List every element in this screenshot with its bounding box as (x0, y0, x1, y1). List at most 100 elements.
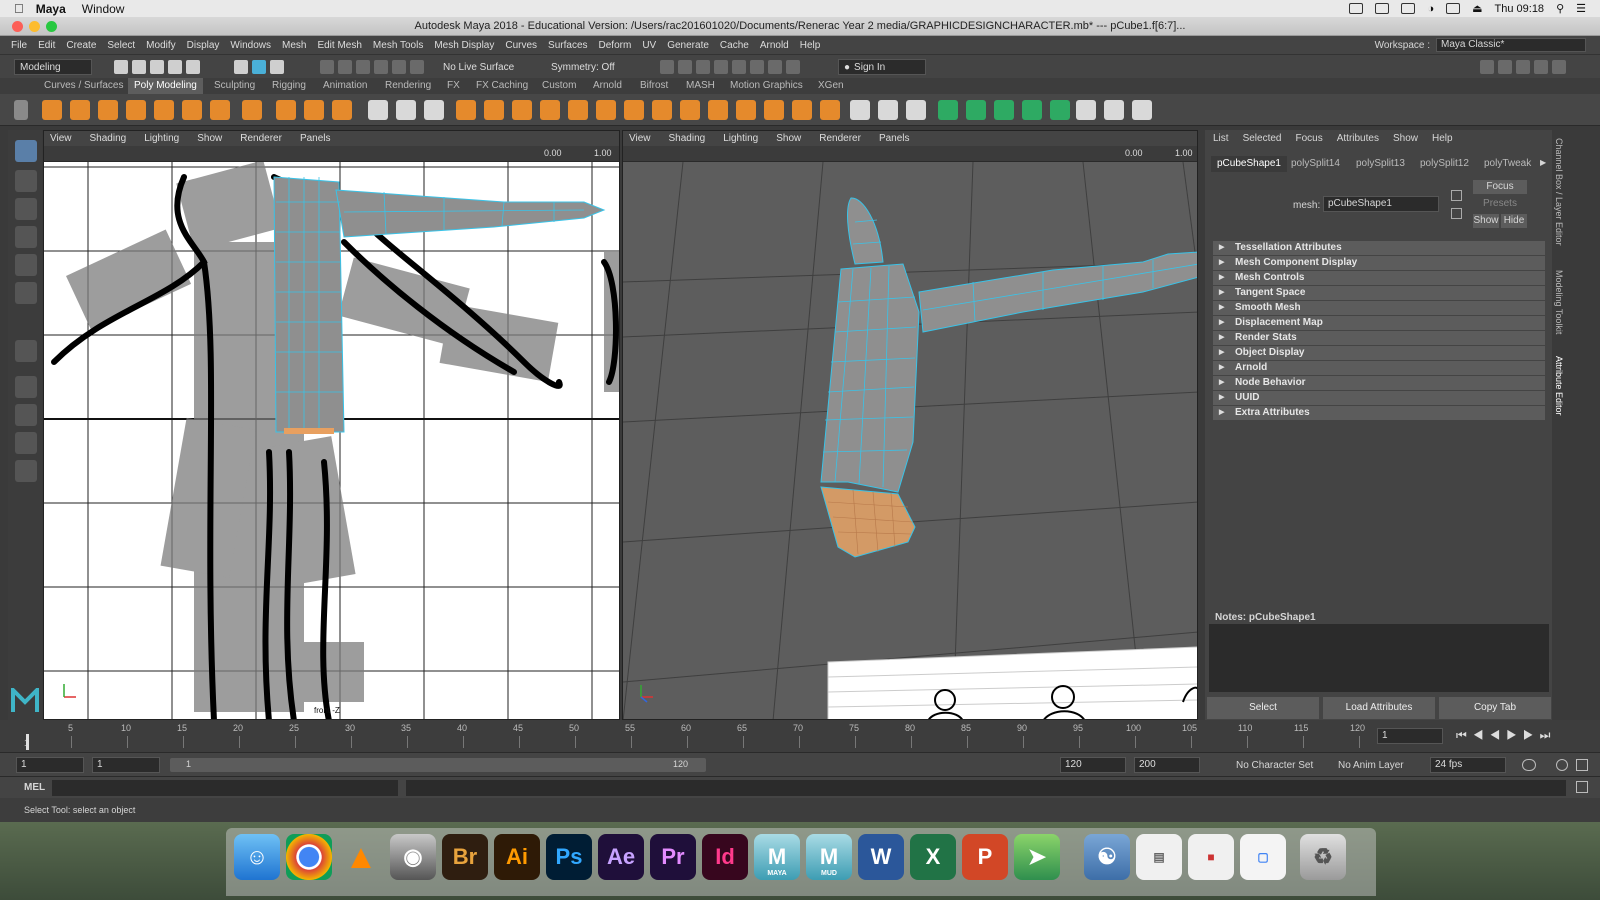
new-scene-icon[interactable] (114, 60, 128, 74)
airplay-icon[interactable] (1446, 3, 1461, 14)
eject-icon[interactable]: ⏏ (1472, 2, 1482, 15)
sign-in-dropdown[interactable]: ● Sign In (838, 59, 926, 75)
live-surface-field[interactable]: No Live Surface (438, 59, 528, 75)
menu-window[interactable]: Window (82, 2, 125, 16)
section-mesh-component-display[interactable]: Mesh Component Display (1213, 256, 1545, 270)
ae-menu-attributes[interactable]: Attributes (1337, 133, 1379, 144)
combine-icon[interactable] (368, 100, 388, 120)
uv-editor-icon[interactable] (1050, 100, 1070, 120)
focus-button[interactable]: Focus (1473, 180, 1527, 194)
section-object-display[interactable]: Object Display (1213, 346, 1545, 360)
menu-mesh-tools[interactable]: Mesh Tools (373, 40, 423, 51)
lasso-tool-icon[interactable] (15, 170, 37, 192)
viewport-perspective[interactable]: View Shading Lighting Show Renderer Pane… (622, 130, 1198, 720)
poly-sphere-icon[interactable] (42, 100, 62, 120)
zoom-window-button[interactable] (46, 21, 57, 32)
ae-menu-show[interactable]: Show (1393, 133, 1418, 144)
range-slider[interactable]: 1 120 (170, 758, 706, 772)
shelf-tab-xgen[interactable]: XGen (818, 78, 844, 94)
apple-icon[interactable]:  (14, 1, 24, 16)
vp-menu-shading[interactable]: Shading (669, 133, 706, 144)
outliner-layout-icon[interactable] (15, 460, 37, 482)
vp-menu-view[interactable]: View (629, 133, 651, 144)
vp-menu-shading[interactable]: Shading (90, 133, 127, 144)
section-extra-attributes[interactable]: Extra Attributes (1213, 406, 1545, 420)
chrome-icon[interactable] (286, 834, 332, 880)
load-attributes-button[interactable]: Load Attributes (1323, 697, 1435, 719)
bevel-icon[interactable] (624, 100, 644, 120)
toggle-channel-box-icon[interactable] (1498, 60, 1512, 74)
separate-icon[interactable] (396, 100, 416, 120)
gamma-field[interactable]: 1.00 (594, 148, 612, 158)
preferences-icon[interactable] (1576, 759, 1588, 771)
photo-icon[interactable]: ◉ (390, 834, 436, 880)
poly-cylinder-icon[interactable] (98, 100, 118, 120)
ae-tab-polysplit13[interactable]: polySplit13 (1356, 156, 1405, 172)
checker-map-icon[interactable] (1076, 100, 1096, 120)
show-button[interactable]: Show (1473, 214, 1499, 228)
loop-icon[interactable] (1522, 759, 1536, 771)
shelf-tab-rendering[interactable]: Rendering (385, 78, 431, 94)
powerpoint-icon[interactable]: P (962, 834, 1008, 880)
applications-folder-icon[interactable]: ☯ (1084, 834, 1130, 880)
menu-select[interactable]: Select (107, 40, 135, 51)
menu-curves[interactable]: Curves (505, 40, 537, 51)
super-shape-icon[interactable] (276, 100, 296, 120)
copy-tab-button[interactable]: Copy Tab (1439, 697, 1551, 719)
menu-mesh[interactable]: Mesh (282, 40, 306, 51)
presets-button[interactable]: Presets (1473, 197, 1527, 211)
section-render-stats[interactable]: Render Stats (1213, 331, 1545, 345)
script-editor-icon[interactable] (1576, 781, 1588, 793)
menu-windows[interactable]: Windows (230, 40, 271, 51)
trash-icon[interactable]: ♻ (1300, 834, 1346, 880)
wifi-icon[interactable]: ◑ (1427, 3, 1434, 15)
command-input[interactable] (52, 780, 398, 796)
playback-start-field[interactable]: 1 (92, 757, 160, 773)
vp-menu-panels[interactable]: Panels (300, 133, 331, 144)
two-pane-layout-icon[interactable] (15, 432, 37, 454)
cut-uv-icon[interactable] (1132, 100, 1152, 120)
word-icon[interactable]: W (858, 834, 904, 880)
ipr-render-icon[interactable] (696, 60, 710, 74)
snap-live-icon[interactable] (410, 60, 424, 74)
vp-menu-show[interactable]: Show (776, 133, 801, 144)
menu-mesh-display[interactable]: Mesh Display (434, 40, 494, 51)
snap-point-icon[interactable] (356, 60, 370, 74)
mesh-name-field[interactable]: pCubeShape1 (1323, 196, 1439, 212)
menu-arnold[interactable]: Arnold (760, 40, 789, 51)
premiere-icon[interactable]: Pr (650, 834, 696, 880)
last-tool-icon[interactable] (15, 340, 37, 362)
notification-icon[interactable]: ☰ (1576, 2, 1586, 15)
tray-icon[interactable] (1349, 3, 1364, 14)
photoshop-icon[interactable]: Ps (546, 834, 592, 880)
planar-mapping-icon[interactable] (938, 100, 958, 120)
excel-icon[interactable]: X (910, 834, 956, 880)
arnold-render-icon[interactable] (750, 60, 764, 74)
vp-menu-view[interactable]: View (50, 133, 72, 144)
minimize-window-button[interactable] (29, 21, 40, 32)
select-hierarchy-icon[interactable] (234, 60, 248, 74)
start-time-field[interactable]: 1 (16, 757, 84, 773)
toggle-attribute-editor-icon[interactable] (1516, 60, 1530, 74)
cylindrical-mapping-icon[interactable] (966, 100, 986, 120)
documents-stack-icon[interactable]: ▤ (1136, 834, 1182, 880)
mirror-icon[interactable] (540, 100, 560, 120)
exposure-field[interactable]: 0.00 (544, 148, 562, 158)
current-frame-field[interactable]: 1 (1377, 728, 1443, 744)
circularize-icon[interactable] (764, 100, 784, 120)
shelf-tab-rigging[interactable]: Rigging (272, 78, 306, 94)
exposure-field[interactable]: 0.00 (1125, 148, 1143, 158)
indesign-icon[interactable]: Id (702, 834, 748, 880)
poly-disc-icon[interactable] (210, 100, 230, 120)
vlc-icon[interactable]: ▲ (338, 834, 384, 880)
ae-menu-list[interactable]: List (1213, 133, 1229, 144)
after-effects-icon[interactable]: Ae (598, 834, 644, 880)
multi-cut-icon[interactable] (850, 100, 870, 120)
select-object-icon[interactable] (252, 60, 266, 74)
playback-end-field[interactable]: 120 (1060, 757, 1126, 773)
shelf-tab-custom[interactable]: Custom (542, 78, 576, 94)
insert-edge-loop-icon[interactable] (878, 100, 898, 120)
menu-modify[interactable]: Modify (146, 40, 175, 51)
menu-deform[interactable]: Deform (599, 40, 632, 51)
render-settings-icon[interactable] (714, 60, 728, 74)
